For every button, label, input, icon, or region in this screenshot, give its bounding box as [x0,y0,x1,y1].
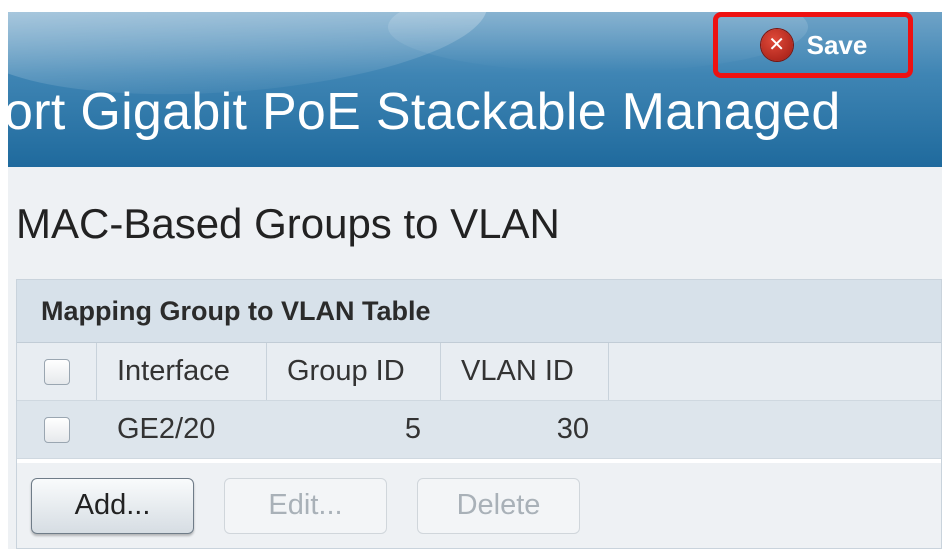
table-button-bar: Add... Edit... Delete [17,463,941,548]
header-filler [609,343,941,400]
save-label: Save [806,29,868,60]
delete-button[interactable]: Delete [417,477,580,534]
add-button[interactable]: Add... [31,477,194,534]
mapping-table-panel: Mapping Group to VLAN Table Interface Gr… [16,279,942,549]
select-all-checkbox[interactable] [43,358,70,385]
column-header-interface: Interface [97,343,267,400]
product-title: ort Gigabit PoE Stackable Managed [8,83,841,141]
cell-vlan-id: 30 [556,413,589,445]
app-frame: ort Gigabit PoE Stackable Managed ✕ Save… [8,12,942,549]
close-circle-icon: ✕ [760,29,793,61]
column-header-vlan-id: VLAN ID [441,343,609,400]
table-header-row: Interface Group ID VLAN ID [17,343,941,401]
edit-button[interactable]: Edit... [224,477,387,534]
save-button[interactable]: ✕ Save [724,20,904,70]
column-header-group-id: Group ID [267,343,441,400]
cell-interface: GE2/20 [117,413,216,445]
row-checkbox[interactable] [44,416,70,443]
cell-group-id: 5 [404,413,421,445]
row-filler [609,401,941,458]
table-row[interactable]: GE2/20 5 30 [17,401,941,459]
table-caption: Mapping Group to VLAN Table [17,280,941,343]
row-checkbox-cell [17,401,97,458]
header-checkbox-cell [17,343,97,400]
page-title: MAC-Based Groups to VLAN [16,200,560,247]
